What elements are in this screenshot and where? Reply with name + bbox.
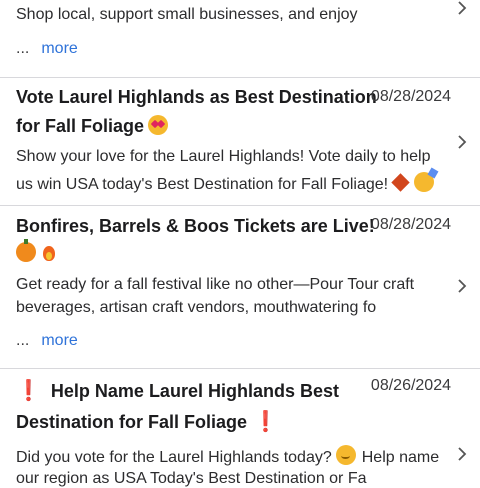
message-body: Show your love for the Laurel Highlands!… [16,148,431,165]
ellipsis: ... [16,40,30,57]
chevron-right-icon [457,134,471,150]
jack-o-lantern-emoji [16,239,36,262]
partying-face-emoji [414,172,435,192]
message-title-line2: Destination for Fall Foliage ❗ [16,411,278,433]
message-item[interactable]: Vote Laurel Highlands as Best Destinatio… [0,78,480,205]
more-link[interactable]: more [41,40,77,57]
message-title-line2: for Fall Foliage [16,115,169,137]
message-date: 08/28/2024 [370,216,451,233]
maple-leaf-emoji [392,174,410,192]
more-row: ... more [16,332,78,350]
message-body: Shop local, support small businesses, an… [16,6,358,23]
message-body: Did you vote for the Laurel Highlands to… [16,445,439,467]
chevron-right-icon [457,278,471,294]
ellipsis: ... [16,332,30,349]
heart-eyes-emoji [148,115,169,135]
message-title: Vote Laurel Highlands as Best Destinatio… [16,87,377,107]
message-date: 08/26/2024 [370,377,451,394]
fire-emoji [40,242,58,262]
message-body: Get ready for a fall festival like no ot… [16,276,415,293]
title-emoji-row [12,239,58,264]
message-item[interactable]: Shop local, support small businesses, an… [0,0,480,77]
message-date: 08/28/2024 [370,88,451,105]
message-body-line2: us win USA today's Best Destination for … [16,172,435,194]
thinking-face-emoji [335,445,356,465]
exclamation-emoji: ❗ [16,380,41,402]
message-body-line2: our region as USA Today's Best Destinati… [16,470,367,487]
message-item[interactable]: ❗ Help Name Laurel Highlands Best 08/26/2… [0,369,480,488]
exclamation-emoji: ❗ [253,411,278,433]
chevron-right-icon [457,0,471,16]
message-title: Bonfires, Barrels & Boos Tickets are Liv… [16,216,375,236]
message-title: ❗ Help Name Laurel Highlands Best [16,380,339,402]
chevron-right-icon [457,446,471,462]
more-row: ... more [16,40,78,58]
more-link[interactable]: more [41,332,77,349]
message-body-line2: beverages, artisan craft vendors, mouthw… [16,299,377,316]
message-item[interactable]: Bonfires, Barrels & Boos Tickets are Liv… [0,206,480,368]
